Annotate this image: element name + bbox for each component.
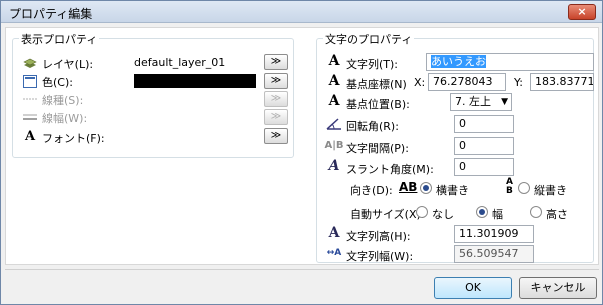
layer-select-button[interactable]: ≫ — [264, 54, 288, 70]
font-label: フォント(F): — [42, 132, 105, 145]
line-type-label: 線種(S): — [42, 94, 84, 107]
horizontal-text-icon: AB — [399, 180, 418, 194]
char-spacing-input[interactable]: 0 — [454, 137, 514, 155]
y-label: Y: — [514, 76, 523, 89]
title-bar: プロパティ編集 × — [1, 1, 602, 23]
direction-label: 向き(D): — [350, 184, 393, 197]
base-position-label: 基点位置(B): — [346, 98, 410, 111]
autosize-label: 自動サイズ(X): — [350, 208, 425, 221]
font-select-button[interactable]: ≫ — [264, 128, 288, 144]
horizontal-label: 横書き — [436, 184, 469, 197]
string-height-input[interactable]: 11.301909 — [454, 225, 534, 243]
line-type-icon — [22, 92, 38, 106]
cancel-button[interactable]: キャンセル — [519, 277, 597, 299]
slant-input[interactable]: 0 — [454, 158, 514, 176]
line-width-icon — [22, 110, 38, 124]
y-coordinate-input[interactable]: 183.83771 — [530, 73, 594, 91]
text-properties-title: 文字のプロパティ — [323, 31, 415, 47]
chevron-down-icon: ▼ — [501, 97, 508, 107]
base-coord-icon: A — [328, 73, 340, 89]
horizontal-radio[interactable] — [420, 182, 432, 194]
display-properties-title: 表示プロパティ — [19, 31, 100, 47]
text-string-icon: A — [328, 53, 340, 69]
line-type-select-button[interactable]: ≫ — [264, 91, 288, 107]
slant-label: スラント角度(M): — [346, 163, 434, 176]
x-label: X: — [414, 76, 426, 89]
string-width-icon: ↔A — [326, 248, 342, 258]
footer-divider — [5, 269, 599, 270]
rotation-icon — [326, 116, 342, 130]
rotation-input[interactable]: 0 — [454, 115, 514, 133]
layer-label: レイヤ(L): — [42, 58, 94, 71]
autosize-width-label: 幅 — [492, 208, 503, 221]
vertical-label: 縦書き — [534, 184, 567, 197]
color-select-button[interactable]: ≫ — [264, 73, 288, 89]
char-spacing-label: 文字間隔(P): — [346, 142, 409, 155]
vertical-radio[interactable] — [518, 182, 530, 194]
property-edit-dialog: プロパティ編集 × 表示プロパティ レイヤ(L): default_layer_… — [0, 0, 603, 305]
vertical-text-icon: AB — [506, 177, 513, 196]
dialog-title: プロパティ編集 — [9, 7, 93, 21]
string-width-input: 56.509547 — [454, 245, 534, 263]
string-height-icon: A — [328, 225, 340, 241]
font-icon: A — [24, 128, 36, 144]
line-width-select-button[interactable]: ≫ — [264, 109, 288, 125]
layer-value: default_layer_01 — [134, 56, 226, 69]
base-position-icon: A — [328, 93, 340, 109]
color-swatch[interactable] — [134, 74, 256, 88]
line-width-label: 線幅(W): — [42, 112, 88, 125]
autosize-height-radio[interactable] — [530, 206, 542, 218]
char-spacing-icon: A|B — [324, 139, 344, 151]
color-icon — [22, 74, 38, 88]
string-height-label: 文字列高(H): — [346, 230, 411, 243]
rotation-label: 回転角(R): — [346, 120, 399, 133]
base-coord-label: 基点座標(N) — [346, 78, 407, 91]
autosize-none-label: なし — [432, 208, 454, 221]
dialog-body: 表示プロパティ レイヤ(L): default_layer_01 ≫ 色(C):… — [5, 27, 599, 265]
autosize-none-radio[interactable] — [416, 206, 428, 218]
autosize-height-label: 高さ — [546, 208, 568, 221]
color-label: 色(C): — [42, 76, 73, 89]
autosize-width-radio[interactable] — [476, 206, 488, 218]
x-coordinate-input[interactable]: 76.278043 — [428, 73, 506, 91]
string-width-label: 文字列幅(W): — [346, 250, 414, 263]
base-position-select[interactable]: 7. 左上 ▼ — [450, 93, 512, 111]
ok-button[interactable]: OK — [434, 277, 512, 299]
close-button[interactable]: × — [568, 4, 596, 20]
text-string-input[interactable]: あいうえお — [426, 53, 594, 71]
layer-icon — [22, 56, 38, 70]
slant-icon: A — [328, 158, 340, 174]
text-string-label: 文字列(T): — [346, 58, 399, 71]
